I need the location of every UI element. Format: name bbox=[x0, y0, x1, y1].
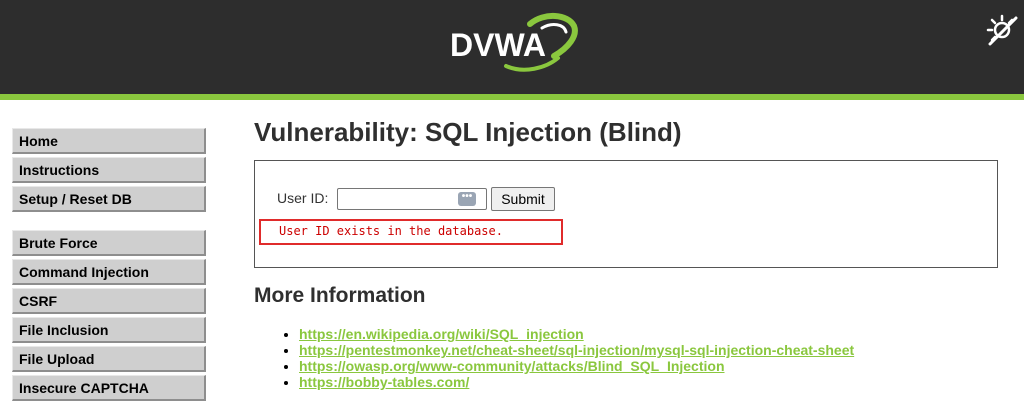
list-item: https://bobby-tables.com/ bbox=[299, 374, 854, 390]
link-pentestmonkey-cheat-sheet[interactable]: https://pentestmonkey.net/cheat-sheet/sq… bbox=[299, 342, 854, 358]
dots-icon[interactable]: ••• bbox=[458, 192, 476, 206]
menu-item-instructions[interactable]: Instructions bbox=[12, 157, 206, 183]
link-owasp-blind-sql-injection[interactable]: https://owasp.org/www-community/attacks/… bbox=[299, 358, 725, 374]
logo-text: DVWA bbox=[450, 27, 546, 63]
page-title: Vulnerability: SQL Injection (Blind) bbox=[254, 117, 682, 147]
main-content: Vulnerability: SQL Injection (Blind) Use… bbox=[254, 112, 1004, 390]
menu-item-file-inclusion[interactable]: File Inclusion bbox=[12, 317, 206, 343]
menu-item-file-upload[interactable]: File Upload bbox=[12, 346, 206, 372]
menu-item-home[interactable]: Home bbox=[12, 128, 206, 154]
list-item: https://en.wikipedia.org/wiki/SQL_inject… bbox=[299, 326, 854, 342]
theme-toggle-icon[interactable] bbox=[984, 12, 1020, 48]
submit-button[interactable]: Submit bbox=[491, 187, 555, 211]
menu-item-setup-reset-db[interactable]: Setup / Reset DB bbox=[12, 186, 206, 212]
sidebar-menu: Home Instructions Setup / Reset DB Brute… bbox=[12, 128, 206, 419]
link-wikipedia-sql-injection[interactable]: https://en.wikipedia.org/wiki/SQL_inject… bbox=[299, 326, 584, 342]
userid-label: User ID: bbox=[277, 190, 329, 206]
list-item: https://pentestmonkey.net/cheat-sheet/sq… bbox=[299, 342, 854, 358]
link-bobby-tables[interactable]: https://bobby-tables.com/ bbox=[299, 374, 469, 390]
list-item: https://owasp.org/www-community/attacks/… bbox=[299, 358, 854, 374]
more-info-heading: More Information bbox=[254, 284, 426, 307]
result-message: User ID exists in the database. bbox=[259, 219, 563, 245]
header-bar: DVWA bbox=[0, 0, 1024, 100]
menu-item-command-injection[interactable]: Command Injection bbox=[12, 259, 206, 285]
menu-item-brute-force[interactable]: Brute Force bbox=[12, 230, 206, 256]
menu-item-csrf[interactable]: CSRF bbox=[12, 288, 206, 314]
menu-group-main: Home Instructions Setup / Reset DB bbox=[12, 128, 206, 212]
more-info-links: https://en.wikipedia.org/wiki/SQL_inject… bbox=[284, 326, 854, 390]
menu-item-insecure-captcha[interactable]: Insecure CAPTCHA bbox=[12, 375, 206, 401]
dvwa-logo: DVWA bbox=[450, 13, 578, 72]
vulnerability-form-box: User ID: ••• Submit User ID exists in th… bbox=[254, 160, 998, 268]
menu-group-vulnerabilities: Brute Force Command Injection CSRF File … bbox=[12, 230, 206, 401]
